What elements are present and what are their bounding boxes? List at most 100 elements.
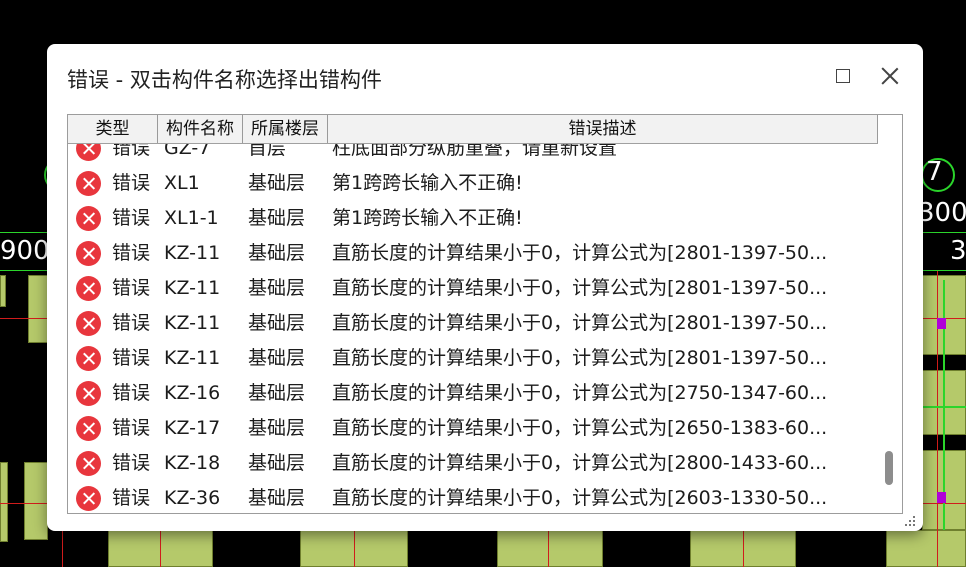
error-icon	[76, 381, 101, 406]
error-icon	[76, 276, 101, 301]
table-row[interactable]: 错误 KZ-16 基础层 直筋长度的计算结果小于0，计算公式为[2750-1347-6…	[68, 376, 878, 411]
error-icon	[76, 451, 101, 476]
resize-grip-icon[interactable]	[903, 514, 917, 528]
cell-type: 错误	[112, 144, 151, 159]
axis-line	[62, 531, 63, 567]
grid-line	[922, 270, 966, 271]
cell-component-name: KZ-11	[164, 347, 221, 369]
cell-floor: 基础层	[248, 452, 306, 474]
error-list[interactable]: 类型 构件名称 所属楼层 错误描述 错误 GZ-7 首层 柱底面部分纵筋重叠，请重新设…	[67, 114, 903, 514]
cell-floor: 基础层	[248, 382, 306, 404]
cell-floor: 基础层	[248, 242, 306, 264]
cell-floor: 基础层	[248, 487, 306, 509]
column-header-name[interactable]: 构件名称	[158, 115, 243, 143]
cell-floor: 首层	[248, 144, 287, 159]
column-header-type[interactable]: 类型	[68, 115, 158, 143]
column-block	[24, 462, 48, 540]
cell-component-name: GZ-7	[164, 144, 211, 159]
error-icon	[76, 144, 101, 161]
error-icon	[76, 416, 101, 441]
cell-component-name: KZ-17	[164, 417, 221, 439]
cell-floor: 基础层	[248, 347, 306, 369]
axis-line	[0, 318, 48, 319]
error-icon	[76, 241, 101, 266]
cell-type: 错误	[112, 487, 151, 509]
cell-component-name: KZ-16	[164, 382, 221, 404]
dialog-title: 错误 - 双击构件名称选择出错构件	[67, 68, 382, 92]
dimension-label: 300	[918, 198, 966, 228]
table-row[interactable]: 错误 KZ-18 基础层 直筋长度的计算结果小于0，计算公式为[2800-1433-6…	[68, 446, 878, 481]
cell-floor: 基础层	[248, 207, 306, 229]
cell-floor: 基础层	[248, 172, 306, 194]
vertical-scrollbar[interactable]	[880, 115, 902, 513]
axis-line	[0, 503, 48, 504]
table-row[interactable]: 错误 XL1-1 基础层 第1跨跨长输入不正确!	[68, 201, 878, 236]
axis-line	[160, 531, 161, 567]
cell-description: 直筋长度的计算结果小于0，计算公式为[2650-1383-60...	[332, 417, 828, 439]
column-header-floor[interactable]: 所属楼层	[243, 115, 328, 143]
cell-description: 直筋长度的计算结果小于0，计算公式为[2801-1397-50...	[332, 347, 828, 369]
column-block	[0, 275, 6, 307]
cell-component-name: KZ-36	[164, 487, 221, 509]
cell-description: 直筋长度的计算结果小于0，计算公式为[2801-1397-50...	[332, 312, 828, 334]
cell-component-name: KZ-11	[164, 312, 221, 334]
cell-description: 直筋长度的计算结果小于0，计算公式为[2800-1433-60...	[332, 452, 828, 474]
table-row[interactable]: 错误 KZ-11 基础层 直筋长度的计算结果小于0，计算公式为[2801-1397-5…	[68, 306, 878, 341]
beam-block	[886, 530, 966, 567]
table-row[interactable]: 错误 KZ-11 基础层 直筋长度的计算结果小于0，计算公式为[2801-1397-5…	[68, 236, 878, 271]
error-icon	[76, 311, 101, 336]
cell-type: 错误	[112, 242, 151, 264]
close-button[interactable]	[875, 62, 905, 92]
error-dialog: 错误 - 双击构件名称选择出错构件 类型 构件名称 所属楼层 错误描述 错误 GZ…	[47, 44, 923, 531]
grid-line	[922, 232, 966, 233]
cell-type: 错误	[112, 417, 151, 439]
table-row[interactable]: 错误 KZ-11 基础层 直筋长度的计算结果小于0，计算公式为[2801-1397-5…	[68, 271, 878, 306]
axis-label: 7	[926, 157, 943, 187]
scrollbar-thumb[interactable]	[885, 451, 893, 485]
maximize-icon	[836, 69, 850, 83]
cell-type: 错误	[112, 172, 151, 194]
cell-component-name: XL1	[164, 172, 200, 194]
cell-description: 直筋长度的计算结果小于0，计算公式为[2801-1397-50...	[332, 242, 828, 264]
grid-line	[0, 270, 48, 271]
cell-floor: 基础层	[248, 312, 306, 334]
list-body: 错误 GZ-7 首层 柱底面部分纵筋重叠，请重新设置 错误 XL1 基础层 第1跨跨长输入不正…	[68, 144, 878, 513]
column-header-description[interactable]: 错误描述	[328, 115, 878, 143]
cell-type: 错误	[112, 452, 151, 474]
cell-description: 直筋长度的计算结果小于0，计算公式为[2603-1330-50...	[332, 487, 828, 509]
table-row[interactable]: 错误 XL1 基础层 第1跨跨长输入不正确!	[68, 166, 878, 201]
cell-type: 错误	[112, 207, 151, 229]
cell-component-name: KZ-18	[164, 452, 221, 474]
dimension-label: 3	[950, 236, 966, 266]
dimension-label: 900	[0, 236, 50, 266]
cell-floor: 基础层	[248, 277, 306, 299]
error-icon	[76, 486, 101, 511]
cell-component-name: XL1-1	[164, 207, 219, 229]
maximize-button[interactable]	[829, 62, 859, 92]
beam-block	[497, 530, 603, 567]
error-icon	[76, 171, 101, 196]
cell-type: 错误	[112, 277, 151, 299]
cell-type: 错误	[112, 312, 151, 334]
axis-line	[354, 531, 355, 567]
column-block	[28, 275, 48, 343]
cell-component-name: KZ-11	[164, 242, 221, 264]
axis-line	[548, 531, 549, 567]
axis-line	[743, 531, 744, 567]
table-row[interactable]: 错误 KZ-36 基础层 直筋长度的计算结果小于0，计算公式为[2603-1330-5…	[68, 481, 878, 513]
table-row[interactable]: 错误 GZ-7 首层 柱底面部分纵筋重叠，请重新设置	[68, 144, 878, 166]
cell-description: 第1跨跨长输入不正确!	[332, 172, 523, 194]
cell-description: 直筋长度的计算结果小于0，计算公式为[2750-1347-60...	[332, 382, 828, 404]
grid-line	[0, 232, 48, 233]
cell-floor: 基础层	[248, 417, 306, 439]
marker	[937, 492, 946, 503]
error-icon	[76, 206, 101, 231]
table-row[interactable]: 错误 KZ-17 基础层 直筋长度的计算结果小于0，计算公式为[2650-1383-6…	[68, 411, 878, 446]
table-row[interactable]: 错误 KZ-11 基础层 直筋长度的计算结果小于0，计算公式为[2801-1397-5…	[68, 341, 878, 376]
cell-type: 错误	[112, 347, 151, 369]
dialog-titlebar[interactable]: 错误 - 双击构件名称选择出错构件	[47, 44, 923, 110]
column-block	[0, 462, 8, 542]
cell-description: 第1跨跨长输入不正确!	[332, 207, 523, 229]
cell-component-name: KZ-11	[164, 277, 221, 299]
list-header: 类型 构件名称 所属楼层 错误描述	[68, 115, 878, 144]
